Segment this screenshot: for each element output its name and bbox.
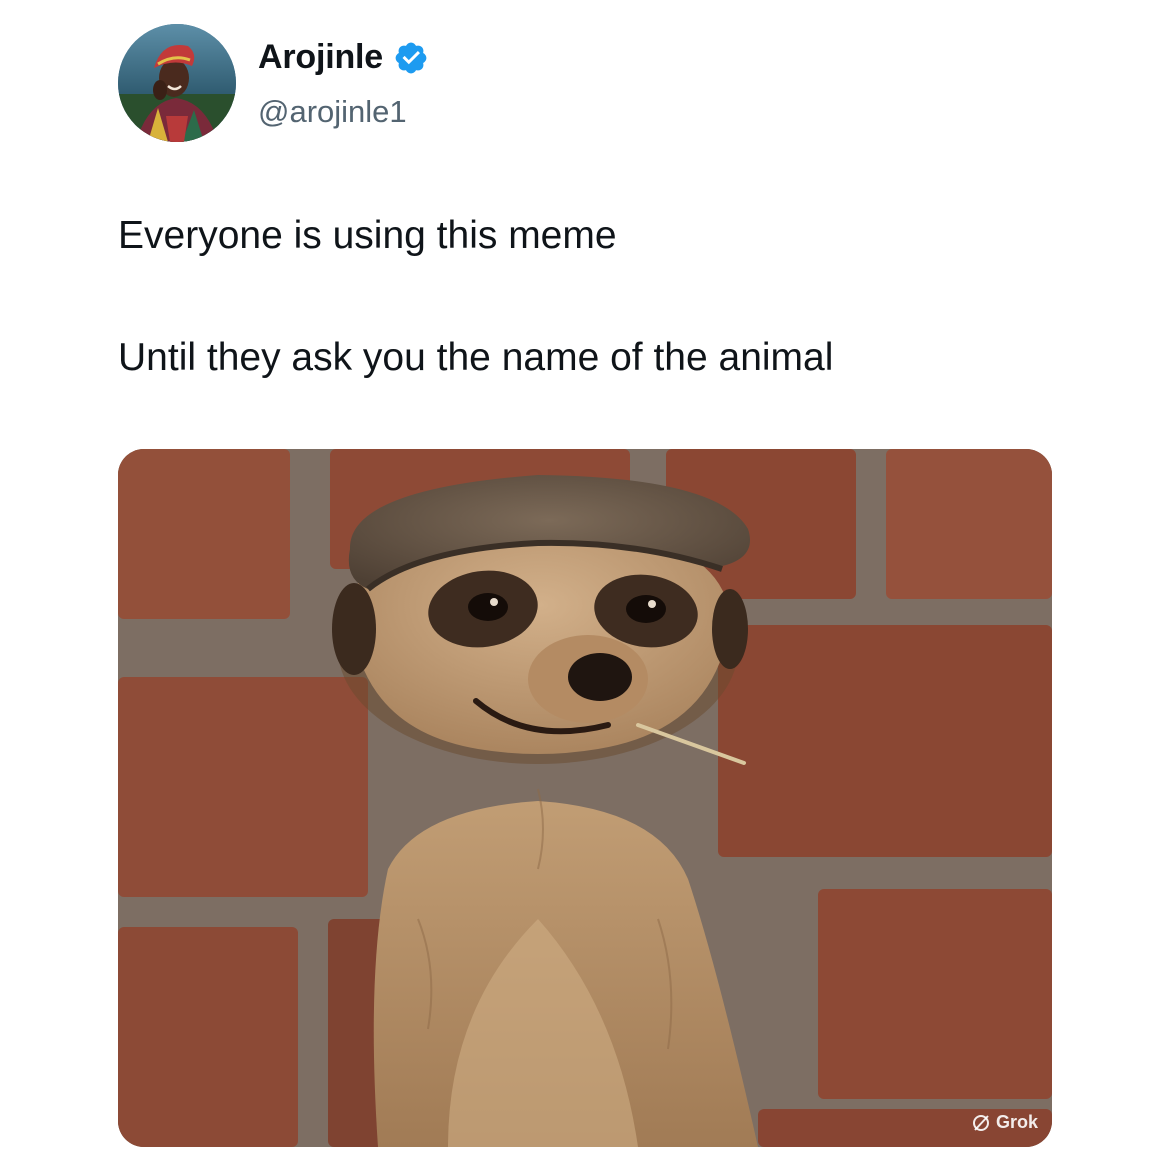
verified-badge-icon [395, 42, 427, 73]
author-handle[interactable]: @arojinle1 [258, 94, 407, 130]
grok-watermark: Grok [971, 1112, 1038, 1133]
tweet-text-line-2: Until they ask you the name of the anima… [118, 336, 834, 379]
grok-icon [972, 1114, 989, 1131]
tweet-text-line-1: Everyone is using this meme [118, 214, 617, 257]
author-avatar[interactable] [118, 24, 236, 142]
author-name-row: Arojinle [258, 38, 429, 77]
tweet-media-image[interactable]: Grok [118, 449, 1052, 1147]
author-display-name[interactable]: Arojinle [258, 38, 383, 77]
avatar-image [118, 24, 236, 142]
meerkat-photo [118, 449, 1052, 1147]
grok-watermark-label: Grok [995, 1112, 1038, 1132]
